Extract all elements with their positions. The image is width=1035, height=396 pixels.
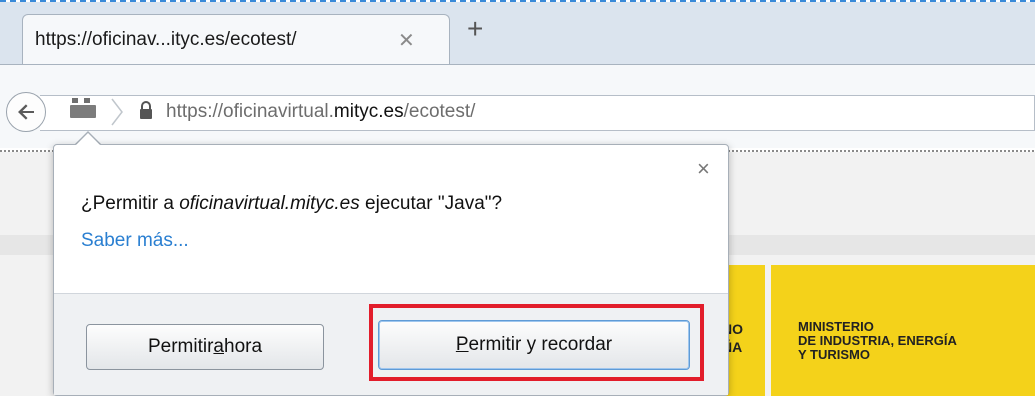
arrow-left-icon <box>18 104 34 120</box>
permission-message: ¿Permitir a oficinavirtual.mityc.es ejec… <box>81 193 503 214</box>
chevron-right-icon <box>111 98 123 126</box>
ministry-logo-text: MINISTERIO DE INDUSTRIA, ENERGÍA Y TURIS… <box>798 319 957 362</box>
learn-more-link[interactable]: Saber más... <box>81 230 189 252</box>
highlight-annotation <box>369 304 704 381</box>
popup-arrow-inner <box>76 133 100 145</box>
new-tab-button[interactable]: + <box>467 15 483 43</box>
allow-now-button[interactable]: Permitir a hora <box>86 324 324 370</box>
plugin-icon[interactable] <box>69 96 99 120</box>
close-icon[interactable]: ✕ <box>398 28 415 53</box>
lock-icon <box>140 101 152 119</box>
back-button[interactable] <box>6 92 46 132</box>
tab-title: https://oficinav...ityc.es/ecotest/ <box>35 29 297 50</box>
tab-ecotest[interactable]: https://oficinav...ityc.es/ecotest/ ✕ <box>22 14 450 66</box>
tab-strip: https://oficinav...ityc.es/ecotest/ ✕ + <box>0 2 1035 66</box>
navigation-bar: https://oficinavirtual.mityc.es/ecotest/ <box>0 64 1035 148</box>
popup-close-icon[interactable]: × <box>697 156 710 182</box>
url-text: https://oficinavirtual.mityc.es/ecotest/ <box>166 101 476 122</box>
